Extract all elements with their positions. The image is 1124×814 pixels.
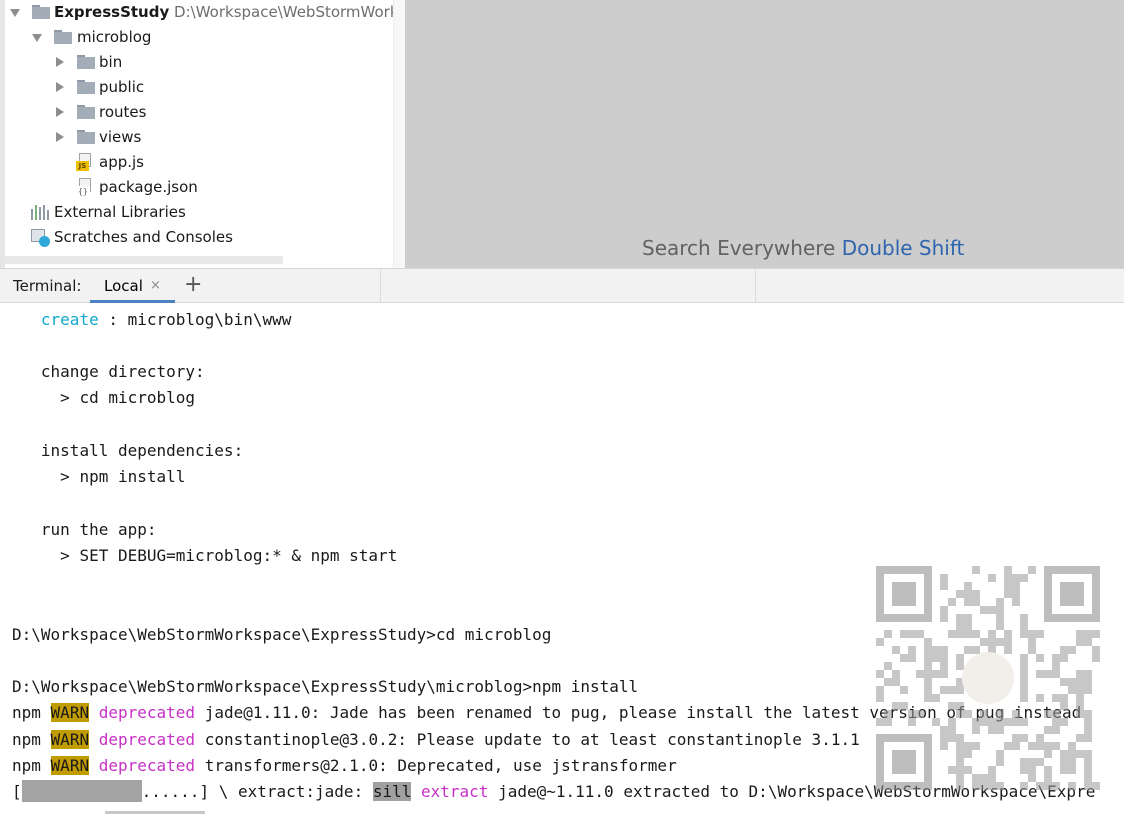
warn-badge: WARN	[50, 756, 90, 775]
tree-item-label: routes	[99, 103, 147, 121]
terminal-tab-bar: Terminal: Local × +	[0, 268, 1124, 303]
terminal-line: D:\Workspace\WebStormWorkspace\ExpressSt…	[12, 677, 639, 696]
folder-icon	[77, 105, 95, 119]
deprecated-tag: deprecated	[98, 703, 196, 722]
chevron-down-icon[interactable]	[8, 0, 22, 25]
create-keyword: create	[40, 310, 99, 329]
chevron-right-icon[interactable]	[52, 125, 66, 150]
terminal-line: > npm install	[40, 467, 186, 486]
terminal-line: install dependencies:	[40, 441, 244, 460]
divider	[380, 269, 381, 303]
chevron-right-icon[interactable]	[52, 75, 66, 100]
tree-item-bin[interactable]: bin	[52, 50, 372, 75]
json-file-icon: {}	[76, 178, 92, 197]
progress-bar	[21, 780, 142, 802]
plus-icon[interactable]: +	[184, 273, 202, 297]
tree-item-expressstudy[interactable]: ExpressStudy D:\Workspace\WebStormWorksp	[8, 0, 405, 25]
editor-placeholder: Search Everywhere Double Shift	[405, 0, 1124, 268]
javascript-file-icon: JS	[76, 153, 92, 172]
tree-item-label: public	[99, 78, 145, 96]
warn-badge: WARN	[50, 703, 90, 722]
tab-local[interactable]: Local ×	[90, 269, 175, 303]
hint-text: Search Everywhere	[642, 236, 836, 260]
warning-line: npm WARN deprecated transformers@2.1.0: …	[12, 756, 677, 775]
scratches-icon	[31, 228, 51, 248]
tree-item-routes[interactable]: routes	[52, 100, 372, 125]
terminal-line: create : microblog\bin\www	[40, 310, 292, 329]
close-icon[interactable]: ×	[150, 278, 161, 293]
tree-item-label: Scratches and Consoles	[54, 228, 233, 246]
library-icon	[31, 205, 49, 220]
horizontal-scrollbar[interactable]	[5, 256, 283, 264]
terminal-line: change directory:	[40, 362, 205, 381]
warn-badge: WARN	[50, 730, 90, 749]
deprecated-tag: deprecated	[98, 756, 196, 775]
tree-item-public[interactable]: public	[52, 75, 372, 100]
deprecated-tag: deprecated	[98, 730, 196, 749]
panel-side-strip	[0, 0, 5, 268]
project-tree-panel: ExpressStudy D:\Workspace\WebStormWorksp…	[0, 0, 405, 268]
sill-badge: sill	[372, 782, 412, 801]
chevron-down-icon[interactable]	[30, 25, 44, 50]
tree-item-views[interactable]: views	[52, 125, 372, 150]
chevron-right-icon[interactable]	[52, 100, 66, 125]
tree-item-external-libraries[interactable]: External Libraries	[31, 200, 371, 225]
vertical-scrollbar[interactable]	[393, 0, 405, 268]
warning-line: npm WARN deprecated constantinople@3.0.2…	[12, 730, 860, 749]
tree-item-app-js[interactable]: JS app.js	[76, 150, 376, 175]
search-everywhere-hint: Search Everywhere Double Shift	[642, 236, 964, 260]
tree-item-microblog[interactable]: microblog	[30, 25, 390, 50]
chevron-right-icon[interactable]	[52, 50, 66, 75]
divider	[755, 269, 756, 303]
tab-label: Local	[104, 277, 143, 295]
folder-icon	[77, 130, 95, 144]
hint-shortcut: Double Shift	[841, 236, 965, 260]
tree-item-scratches[interactable]: Scratches and Consoles	[31, 225, 371, 250]
tree-item-label: ExpressStudy	[54, 3, 170, 21]
terminal-line: > SET DEBUG=microblog:* & npm start	[40, 546, 398, 565]
tree-item-label: app.js	[99, 153, 144, 171]
folder-icon	[32, 5, 50, 19]
tree-item-label: External Libraries	[54, 203, 186, 221]
project-path: D:\Workspace\WebStormWorksp	[174, 3, 405, 21]
qr-code-watermark	[876, 566, 1100, 790]
terminal-title: Terminal:	[13, 277, 82, 295]
tree-item-package-json[interactable]: {} package.json	[76, 175, 376, 200]
tree-item-label: bin	[99, 53, 123, 71]
folder-icon	[54, 30, 72, 44]
terminal-line: > cd microblog	[40, 388, 196, 407]
folder-icon	[77, 80, 95, 94]
tree-item-label: views	[99, 128, 142, 146]
folder-icon	[77, 55, 95, 69]
terminal-line: D:\Workspace\WebStormWorkspace\ExpressSt…	[12, 625, 552, 644]
tree-item-label: package.json	[99, 178, 198, 196]
extract-tag: extract	[421, 782, 489, 801]
terminal-line: run the app:	[40, 520, 157, 539]
tree-item-label: microblog	[77, 28, 152, 46]
